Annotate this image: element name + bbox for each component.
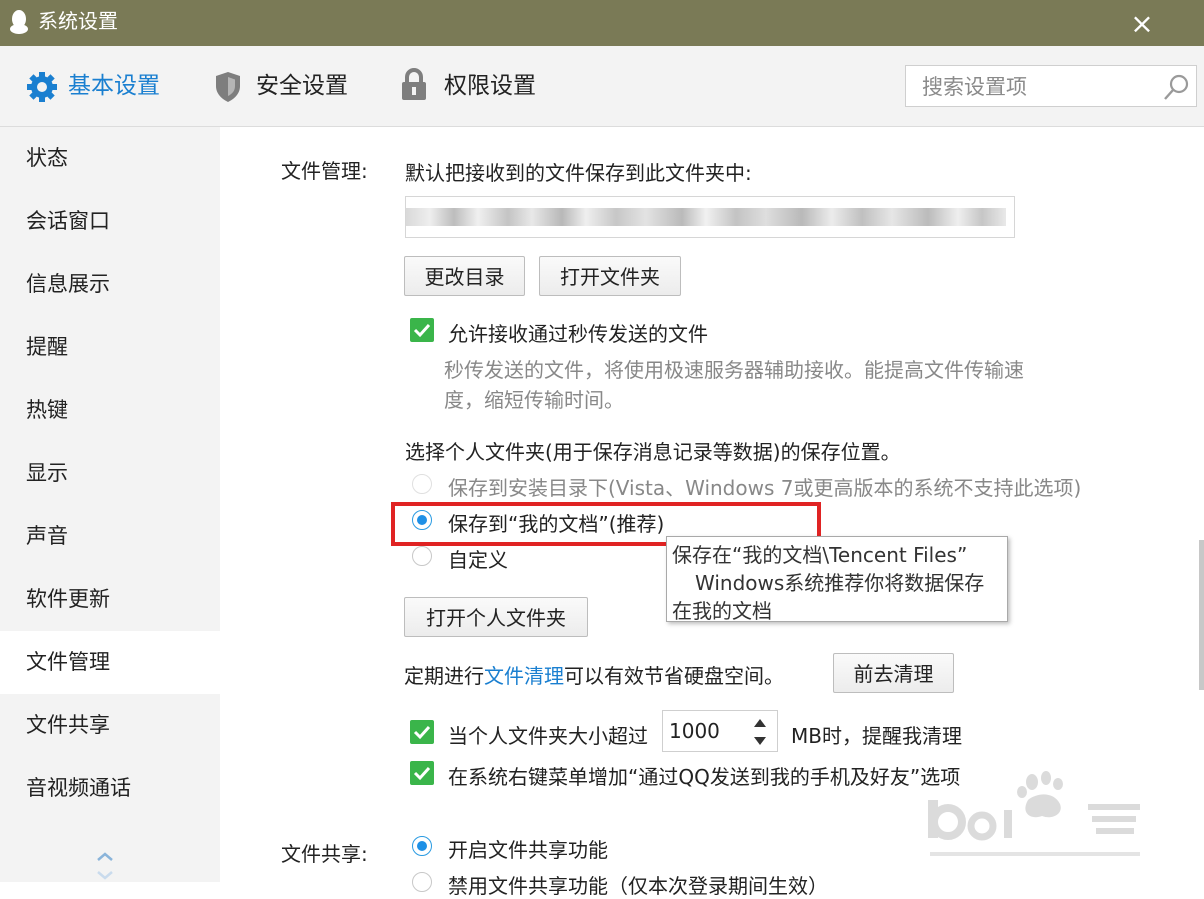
checkmark-icon [413,766,431,781]
search-input[interactable] [920,66,1164,108]
sidebar-scroll-arrows-icon[interactable] [94,850,116,882]
instant-transfer-description-line1: 秒传发送的文件，将使用极速服务器辅助接收。能提高文件传输速 [444,358,1024,382]
download-path-field[interactable] [405,196,1015,238]
gear-icon [27,72,57,102]
search-box [905,65,1197,108]
cleanup-sentence: 定期进行文件清理可以有效节省硬盘空间。 [404,660,784,689]
folder-size-value: 1000 [669,719,720,743]
checkmark-icon [413,725,431,740]
radio-disable-file-sharing[interactable] [412,872,432,892]
qq-penguin-icon [10,10,28,34]
tooltip-line1: 保存在“我的文档\Tencent Files” [672,543,968,567]
tab-basic-settings[interactable]: 基本设置 [24,64,174,108]
radio-custom[interactable] [412,546,432,566]
sidebar-item-reminder[interactable]: 提醒 [0,316,220,379]
enable-file-sharing-label: 开启文件共享功能 [448,838,608,862]
disable-file-sharing-label: 禁用文件共享功能（仅本次登录期间生效） [448,874,828,898]
sidebar-item-hotkeys[interactable]: 热键 [0,379,220,442]
allow-instant-transfer-checkbox[interactable] [410,318,434,342]
instant-transfer-description-line2: 度，缩短传输时间。 [444,388,624,412]
go-cleanup-button[interactable]: 前去清理 [833,653,954,693]
save-folder-description: 默认把接收到的文件保存到此文件夹中: [405,161,752,185]
allow-instant-transfer-label: 允许接收通过秒传发送的文件 [448,322,708,346]
sidebar-item-av-call[interactable]: 音视频通话 [0,757,220,820]
tooltip: 保存在“我的文档\Tencent Files” Windows系统推荐你将数据保… [666,536,1008,623]
radio-save-install-dir-label: 保存到安装目录下(Vista、Windows 7或更高版本的系统不支持此选项) [448,476,1082,500]
size-warning-prefix: 当个人文件夹大小超过 [448,724,648,748]
open-folder-button[interactable]: 打开文件夹 [539,256,681,296]
window-title: 系统设置 [38,9,118,33]
section-label-file-management: 文件管理: [281,159,368,183]
cleanup-suffix: 可以有效节省硬盘空间。 [564,664,784,688]
file-cleanup-link[interactable]: 文件清理 [484,664,564,688]
checkmark-icon [413,323,431,338]
sidebar-item-info-display[interactable]: 信息展示 [0,253,220,316]
cleanup-prefix: 定期进行 [404,664,484,688]
title-bar [0,0,1204,46]
stepper-up-icon[interactable] [753,718,767,728]
lock-icon [402,68,426,100]
sidebar-item-sound[interactable]: 声音 [0,505,220,568]
sidebar-item-chat-window[interactable]: 会话窗口 [0,190,220,253]
change-directory-button[interactable]: 更改目录 [404,256,525,296]
sidebar-item-file-management[interactable]: 文件管理 [0,631,220,694]
tab-label: 安全设置 [256,73,348,99]
section-label-file-sharing: 文件共享: [281,842,368,866]
sidebar-item-file-sharing[interactable]: 文件共享 [0,694,220,757]
stepper-down-icon[interactable] [753,736,767,746]
tab-security-settings[interactable]: 安全设置 [212,64,362,108]
context-menu-checkbox[interactable] [410,761,434,785]
tab-label: 权限设置 [444,73,536,99]
radio-enable-file-sharing[interactable] [412,836,432,856]
blurred-path-text [406,208,1006,226]
sidebar-item-display[interactable]: 显示 [0,442,220,505]
tooltip-line2: Windows系统推荐你将数据保存 [695,571,985,595]
open-personal-folder-button[interactable]: 打开个人文件夹 [404,597,588,637]
context-menu-label: 在系统右键菜单增加“通过QQ发送到我的手机及好友”选项 [448,765,961,789]
size-warning-suffix: MB时，提醒我清理 [791,724,962,748]
tab-label: 基本设置 [68,73,160,99]
size-warning-checkbox[interactable] [410,720,434,744]
search-icon[interactable] [1162,72,1192,102]
personal-folder-title: 选择个人文件夹(用于保存消息记录等数据)的保存位置。 [405,440,901,464]
close-button[interactable]: × [1124,6,1160,42]
folder-size-stepper[interactable]: 1000 [662,710,778,752]
baidu-jingyan-watermark-icon [928,771,1140,856]
shield-icon [216,72,240,102]
radio-save-install-dir[interactable] [412,474,432,494]
radio-custom-label: 自定义 [448,548,508,572]
tab-permission-settings[interactable]: 权限设置 [400,64,550,108]
sidebar-item-status[interactable]: 状态 [0,127,220,190]
tooltip-line3: 在我的文档 [672,599,772,623]
sidebar-item-software-update[interactable]: 软件更新 [0,568,220,631]
content-scrollbar[interactable] [1199,540,1204,690]
